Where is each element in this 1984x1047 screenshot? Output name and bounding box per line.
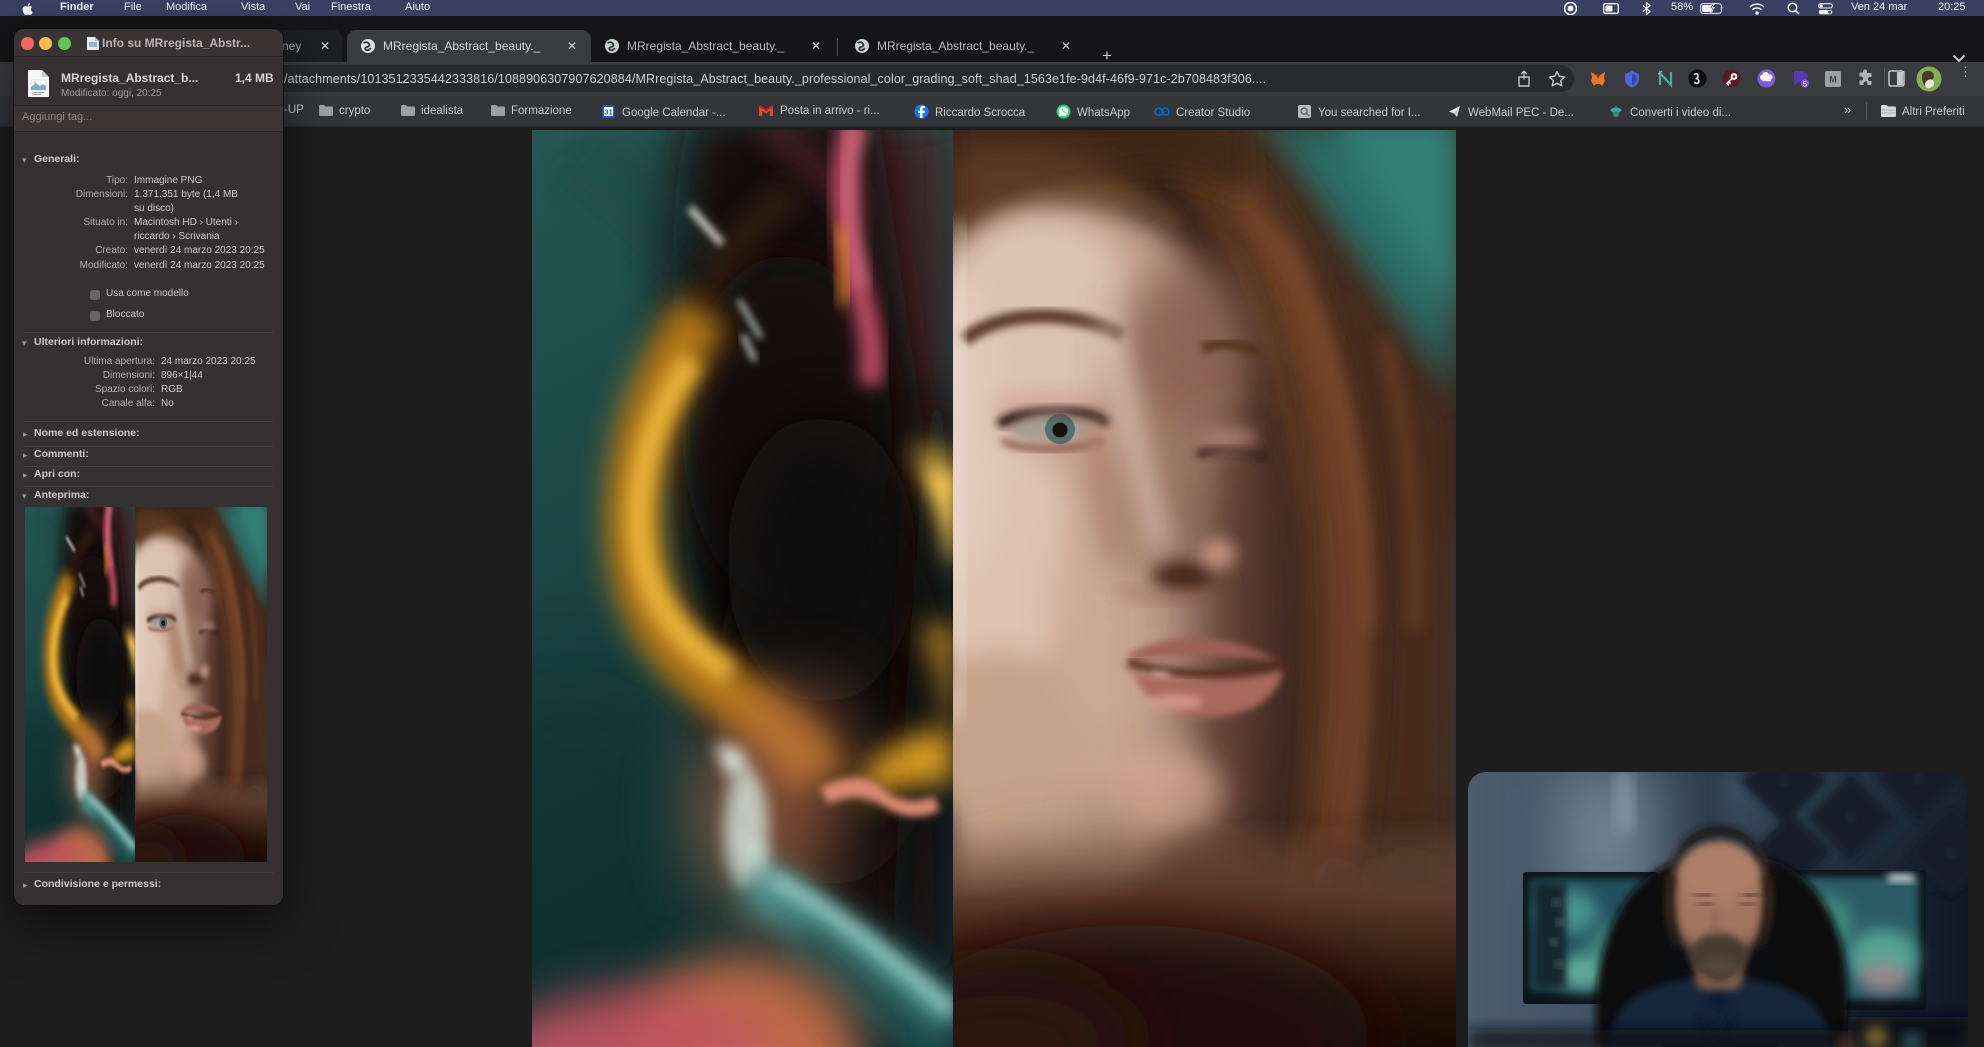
- svg-text:31: 31: [604, 107, 612, 116]
- svg-text:5: 5: [1803, 79, 1807, 88]
- svg-text:M: M: [1829, 75, 1837, 85]
